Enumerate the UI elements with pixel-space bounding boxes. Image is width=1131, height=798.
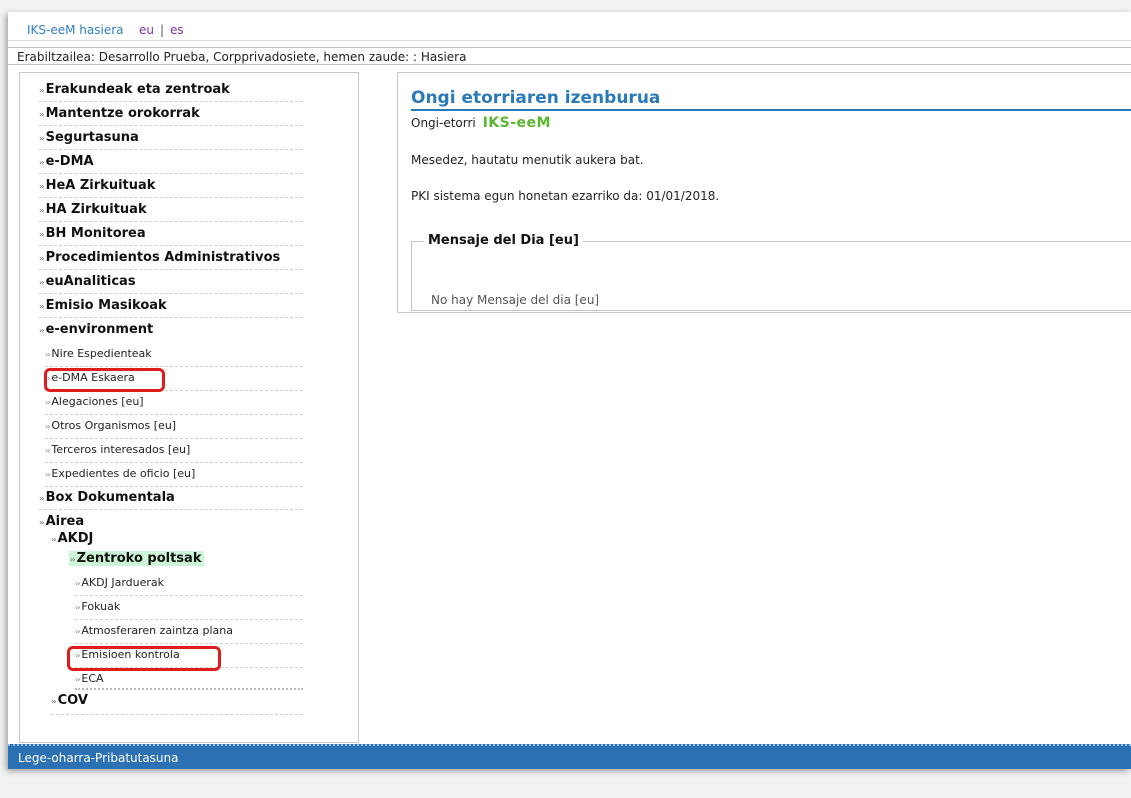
highlight-edma-eskaera <box>44 368 165 392</box>
arrow-icon: ›› <box>39 278 45 287</box>
submenu-item-label: Alegaciones [eu] <box>51 395 144 408</box>
menu-item-label: Zentroko poltsak <box>76 551 202 566</box>
arrow-icon: ›› <box>75 603 81 612</box>
submenu-item-label: Nire Espedienteak <box>51 347 152 360</box>
main-content: Ongi etorriaren izenburua Ongi-etorri IK… <box>397 72 1131 313</box>
menu-item-label: Airea <box>45 514 85 529</box>
menu-item-cov[interactable]: ›› COV <box>51 692 303 715</box>
page-title: Ongi etorriaren izenburua <box>411 87 1131 111</box>
menu-item-akdj[interactable]: ›› AKDJ <box>51 530 303 550</box>
user-breadcrumb: Erabiltzailea: Desarrollo Prueba, Corppr… <box>8 47 1131 65</box>
submenu-item-label: Fokuak <box>81 600 121 613</box>
menu-item-airea[interactable]: ›› Airea <box>39 511 303 531</box>
message-of-day-empty: No hay Mensaje del dia [eu] <box>431 293 600 307</box>
app-window: IKS-eeM hasiera eu | es Erabiltzailea: D… <box>8 12 1131 769</box>
menu-item-bh-monitorea[interactable]: ›› BH Monitorea <box>39 223 303 246</box>
lang-eu-link[interactable]: eu <box>139 23 154 37</box>
menu-item-procedimientos[interactable]: ›› Procedimientos Administrativos <box>39 247 303 270</box>
top-link-bar: IKS-eeM hasiera eu | es <box>8 12 1131 41</box>
arrow-icon: ›› <box>39 230 45 239</box>
submenu-item-alegaciones[interactable]: ›› Alegaciones [eu] <box>45 391 303 415</box>
arrow-icon: ›› <box>39 518 45 527</box>
message-of-day-box: Mensaje del Dia [eu] No hay Mensaje del … <box>411 233 1131 311</box>
arrow-icon: ›› <box>39 326 45 335</box>
arrow-icon: ›› <box>51 535 57 544</box>
menu-item-box-dokumentala[interactable]: ›› Box Dokumentala <box>39 487 303 510</box>
menu-item-emisio-masikoak[interactable]: ›› Emisio Masikoak <box>39 295 303 318</box>
menu-item-label: Procedimientos Administrativos <box>45 250 281 265</box>
menu-item-label: HeA Zirkuituak <box>45 178 156 193</box>
menu-item-euanaliticas[interactable]: ›› euAnaliticas <box>39 271 303 294</box>
menu-item-label: BH Monitorea <box>45 226 146 241</box>
menu-item-mantentze[interactable]: ›› Mantentze orokorrak <box>39 103 303 126</box>
arrow-icon: ›› <box>39 134 45 143</box>
arrow-icon: ›› <box>39 302 45 311</box>
highlight-emisioen-kontrola <box>67 646 221 671</box>
submenu-item-terceros-interesados[interactable]: ›› Terceros interesados [eu] <box>45 439 303 463</box>
menu-item-label: AKDJ <box>57 531 94 546</box>
submenu-item-akdj-jarduerak[interactable]: ›› AKDJ Jarduerak <box>75 572 303 596</box>
arrow-icon: ›› <box>39 206 45 215</box>
submenu-item-label: Expedientes de oficio [eu] <box>51 467 196 480</box>
menu-item-segurtasuna[interactable]: ›› Segurtasuna <box>39 127 303 150</box>
arrow-icon: ›› <box>39 110 45 119</box>
menu-item-label: e-environment <box>45 322 154 337</box>
menu-item-e-environment[interactable]: ›› e-environment <box>39 319 303 342</box>
menu-item-ha-zirkuituak[interactable]: ›› HA Zirkuituak <box>39 199 303 222</box>
submenu-item-label: Otros Organismos [eu] <box>51 419 177 432</box>
home-link[interactable]: IKS-eeM hasiera <box>27 23 124 37</box>
lang-separator: | <box>160 23 165 37</box>
menu-item-label: Emisio Masikoak <box>45 298 167 313</box>
arrow-icon: ›› <box>45 350 51 359</box>
submenu-item-otros-organismos[interactable]: ›› Otros Organismos [eu] <box>45 415 303 439</box>
menu-item-label: Mantentze orokorrak <box>45 106 200 121</box>
menu-item-erakundeak[interactable]: ›› Erakundeak eta zentroak <box>39 79 303 102</box>
menu-item-label: Erakundeak eta zentroak <box>45 82 230 97</box>
lang-es-link[interactable]: es <box>170 23 184 37</box>
menu-item-edma[interactable]: ›› e-DMA <box>39 151 303 174</box>
menu-item-label: e-DMA <box>45 154 94 169</box>
legal-privacy-link[interactable]: Lege-oharra-Pribatutasuna <box>18 751 179 765</box>
submenu-item-label: ECA <box>81 672 104 685</box>
arrow-icon: ›› <box>45 398 51 407</box>
footer-bar: Lege-oharra-Pribatutasuna <box>8 744 1131 769</box>
divider <box>75 688 303 690</box>
arrow-icon: ›› <box>39 494 45 503</box>
menu-item-label: Box Dokumentala <box>45 490 175 505</box>
message-of-day-title: Mensaje del Dia [eu] <box>424 233 583 248</box>
menu-item-label: euAnaliticas <box>45 274 136 289</box>
arrow-icon: ›› <box>70 555 76 564</box>
arrow-icon: ›› <box>39 158 45 167</box>
submenu-item-expedientes-oficio[interactable]: ›› Expedientes de oficio [eu] <box>45 463 303 487</box>
arrow-icon: ›› <box>45 422 51 431</box>
menu-item-label: HA Zirkuituak <box>45 202 147 217</box>
submenu-item-label: AKDJ Jarduerak <box>81 576 165 589</box>
arrow-icon: ›› <box>39 182 45 191</box>
arrow-icon: ›› <box>39 254 45 263</box>
submenu-item-atmosfera-plana[interactable]: ›› Atmosferaren zaintza plana <box>75 620 303 644</box>
arrow-icon: ›› <box>75 627 81 636</box>
submenu-item-nire-espedienteak[interactable]: ›› Nire Espedienteak <box>45 343 303 367</box>
submenu-item-eca[interactable]: ›› ECA <box>75 668 303 688</box>
arrow-icon: ›› <box>75 675 81 684</box>
arrow-icon: ›› <box>75 579 81 588</box>
welcome-label: Ongi-etorri <box>411 116 476 130</box>
pki-notice: PKI sistema egun honetan ezarriko da: 01… <box>411 189 720 203</box>
app-logo: IKS-eeM <box>482 115 551 131</box>
selected-highlight: ›› Zentroko poltsak <box>69 551 205 566</box>
submenu-item-label: Atmosferaren zaintza plana <box>81 624 234 637</box>
arrow-icon: ›› <box>39 86 45 95</box>
menu-item-hea-zirkuituak[interactable]: ›› HeA Zirkuituak <box>39 175 303 198</box>
arrow-icon: ›› <box>51 697 57 706</box>
submenu-item-fokuak[interactable]: ›› Fokuak <box>75 596 303 620</box>
menu-item-label: Segurtasuna <box>45 130 139 145</box>
arrow-icon: ›› <box>45 446 51 455</box>
arrow-icon: ›› <box>45 470 51 479</box>
submenu-item-label: Terceros interesados [eu] <box>51 443 191 456</box>
sidebar-menu: ›› Erakundeak eta zentroak ›› Mantentze or… <box>19 72 359 743</box>
instruction-text: Mesedez, hautatu menutik aukera bat. <box>411 153 644 167</box>
menu-item-label: COV <box>57 693 88 708</box>
menu-item-zentroko-poltsak[interactable]: ›› Zentroko poltsak <box>69 550 303 570</box>
welcome-text: Ongi-etorri IKS-eeM <box>411 115 551 131</box>
